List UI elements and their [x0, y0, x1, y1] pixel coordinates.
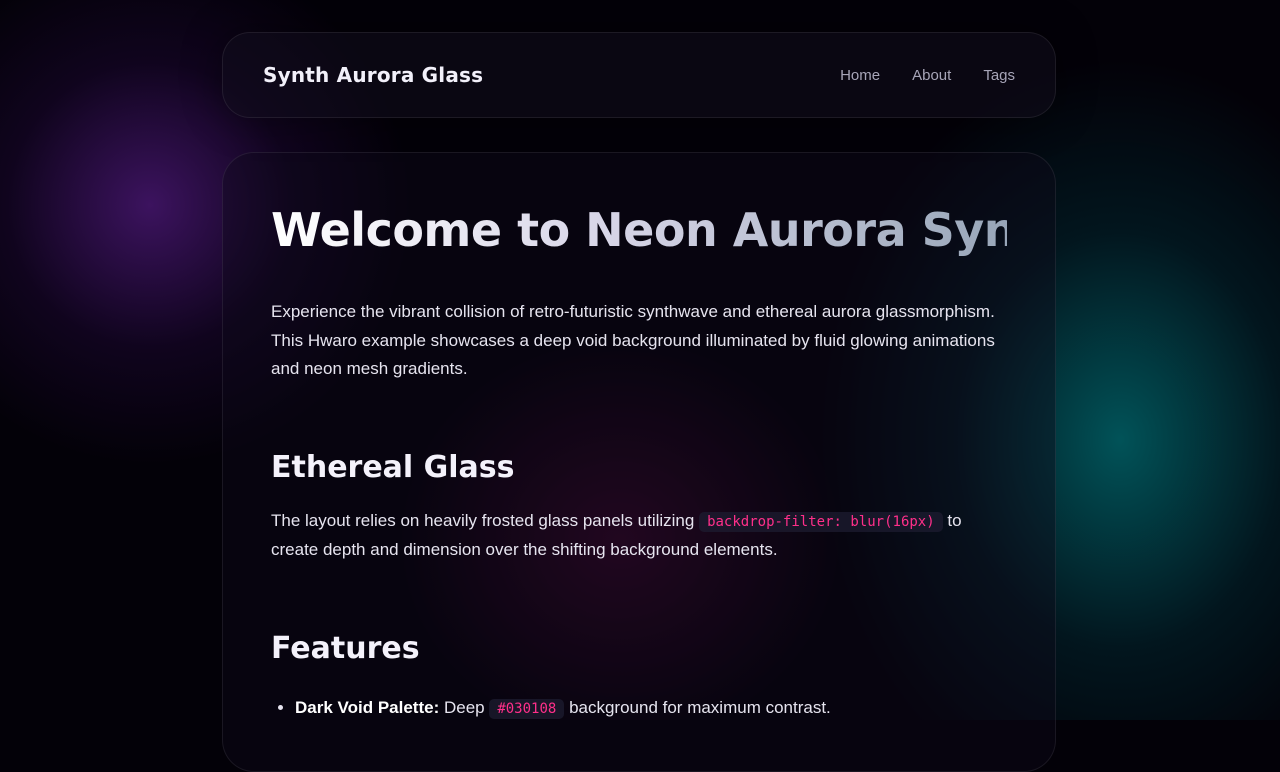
page-title: Welcome to Neon Aurora Synth	[271, 203, 1070, 257]
feature-text-before: Deep	[439, 697, 490, 717]
section-heading-ethereal-glass: Ethereal Glass	[271, 449, 515, 485]
feature-label: Dark Void Palette:	[295, 697, 440, 717]
features-list: Dark Void Palette: Deep #030108 backgrou…	[271, 694, 1007, 723]
ethereal-glass-text-before: The layout relies on heavily frosted gla…	[271, 510, 700, 530]
nav-links: Home About Tags	[840, 67, 1015, 84]
nav-link-tags[interactable]: Tags	[983, 67, 1015, 84]
top-navbar: Synth Aurora Glass Home About Tags	[222, 32, 1056, 118]
content-card: Welcome to Neon Aurora Synth Experience …	[222, 152, 1070, 772]
nav-link-about[interactable]: About	[912, 67, 951, 84]
color-code: #030108	[489, 698, 565, 719]
backdrop-filter-code: backdrop-filter: blur(16px)	[699, 511, 943, 532]
nav-link-home[interactable]: Home	[840, 67, 880, 84]
feature-text-after: background for maximum contrast.	[564, 697, 831, 717]
section-heading-features: Features	[271, 630, 420, 666]
ethereal-glass-paragraph: The layout relies on heavily frosted gla…	[271, 507, 1011, 565]
site-brand[interactable]: Synth Aurora Glass	[263, 63, 483, 87]
list-item: Dark Void Palette: Deep #030108 backgrou…	[295, 694, 1007, 723]
intro-paragraph: Experience the vibrant collision of retr…	[271, 302, 995, 378]
